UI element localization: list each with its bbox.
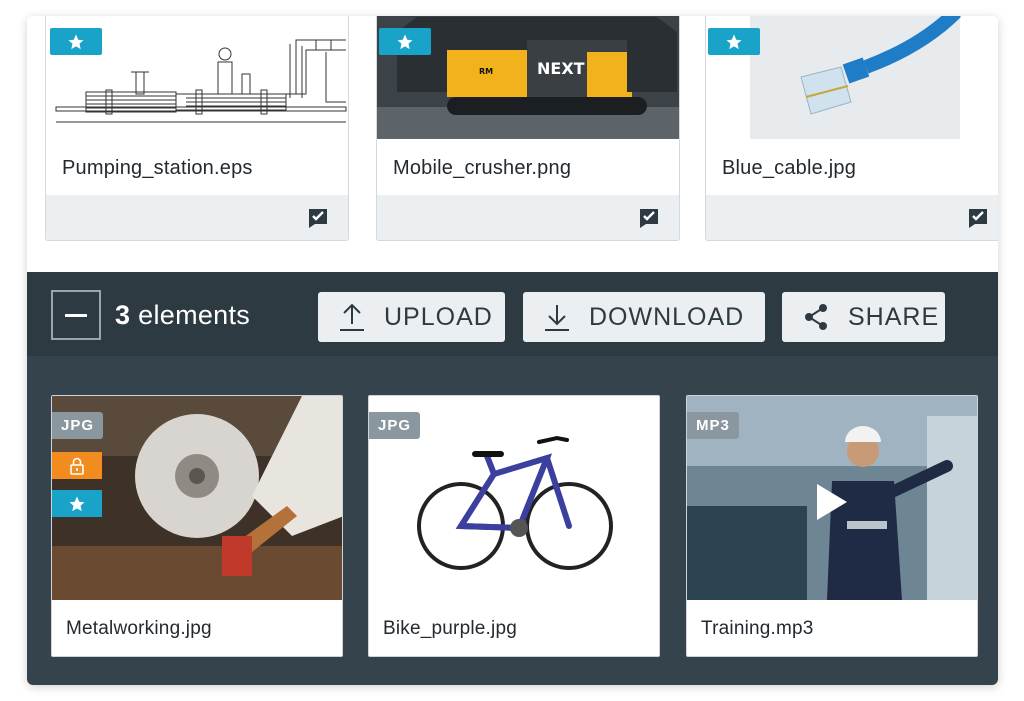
upload-icon — [340, 303, 364, 331]
asset-grid-top: Pumping_station.eps NEXT RM Mobile_crush… — [27, 16, 998, 272]
favorite-badge — [50, 28, 102, 55]
asset-card-footer — [706, 195, 998, 240]
star-icon — [726, 34, 742, 49]
check-comment-icon[interactable] — [637, 206, 661, 230]
asset-card[interactable]: NEXT RM Mobile_crusher.png — [376, 16, 680, 241]
share-icon — [805, 304, 827, 330]
check-comment-icon[interactable] — [306, 206, 330, 230]
asset-name: Pumping_station.eps — [62, 157, 253, 179]
star-icon — [69, 496, 85, 511]
file-manager-window: Pumping_station.eps NEXT RM Mobile_crush… — [27, 16, 998, 685]
svg-text:RM: RM — [479, 67, 493, 76]
asset-card[interactable]: Pumping_station.eps — [45, 16, 349, 241]
star-icon — [397, 34, 413, 49]
file-type-badge: MP3 — [687, 412, 739, 439]
share-button[interactable]: SHARE — [782, 292, 945, 342]
file-type-badge: JPG — [369, 412, 421, 439]
asset-card-footer — [377, 195, 679, 240]
asset-name: Mobile_crusher.png — [393, 157, 572, 179]
selection-count: 3 elements — [115, 300, 251, 330]
selected-asset-card[interactable]: MP3 Training.mp3 — [686, 395, 978, 657]
check-comment-icon[interactable] — [966, 206, 990, 230]
favorite-badge — [52, 490, 102, 517]
minus-icon — [65, 313, 87, 317]
favorite-badge — [708, 28, 760, 55]
asset-name: Bike_purple.jpg — [383, 618, 517, 639]
lock-icon — [70, 457, 84, 475]
asset-card[interactable]: Blue_cable.jpg — [705, 16, 998, 241]
asset-name: Blue_cable.jpg — [722, 157, 857, 179]
star-icon — [68, 34, 84, 49]
locked-badge — [52, 452, 102, 479]
svg-text:NEXT: NEXT — [537, 59, 585, 78]
deselect-all-button[interactable] — [51, 290, 101, 340]
file-type-badge: JPG — [52, 412, 104, 439]
asset-card-footer — [46, 195, 348, 240]
selected-asset-card[interactable]: JPG Metalworking.jpg — [51, 395, 343, 657]
asset-name: Metalworking.jpg — [66, 618, 212, 639]
download-icon — [545, 305, 569, 331]
asset-name: Training.mp3 — [701, 618, 814, 639]
upload-button[interactable]: UPLOAD — [318, 292, 505, 342]
selected-asset-card[interactable]: JPG Bike_purple.jpg — [368, 395, 660, 657]
download-button[interactable]: DOWNLOAD — [523, 292, 765, 342]
selected-assets-panel: JPG Metalworking.jpg JPG Bike_purple.jpg… — [27, 356, 998, 685]
selection-toolbar: 3 elements UPLOAD DOWNLOAD SHARE — [27, 272, 998, 356]
favorite-badge — [379, 28, 431, 55]
play-icon[interactable] — [817, 484, 847, 520]
